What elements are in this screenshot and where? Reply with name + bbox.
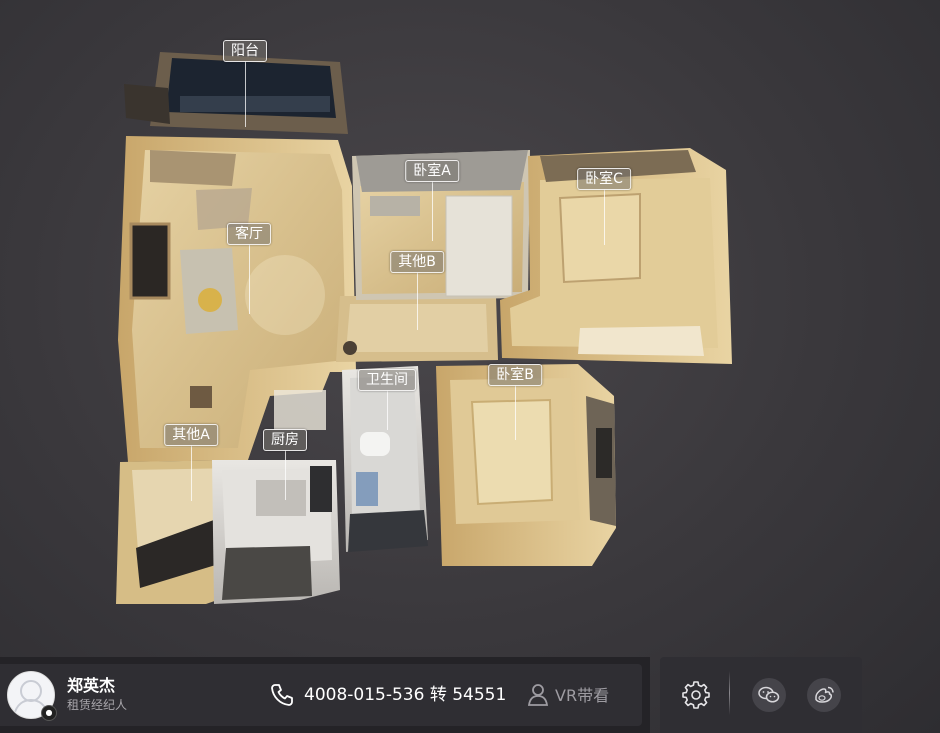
label-bedroom-a[interactable]: 卧室A — [405, 160, 459, 182]
label-bedroom-c[interactable]: 卧室C — [577, 168, 631, 190]
other-a-pin — [191, 445, 192, 501]
label-living-room[interactable]: 客厅 — [227, 223, 271, 245]
label-balcony[interactable]: 阳台 — [223, 40, 267, 62]
label-other-a[interactable]: 其他A — [164, 424, 218, 446]
toolbar-divider — [729, 671, 730, 715]
weibo-icon — [815, 686, 834, 703]
bathroom-pin — [387, 390, 388, 430]
balcony-pin — [245, 61, 246, 127]
label-bedroom-b[interactable]: 卧室B — [488, 364, 542, 386]
wechat-icon — [758, 686, 780, 703]
label-bathroom[interactable]: 卫生间 — [358, 369, 416, 391]
room-living-room[interactable] — [118, 136, 356, 462]
label-kitchen[interactable]: 厨房 — [263, 429, 307, 451]
other-b-pin — [417, 272, 418, 330]
kitchen-pin — [285, 450, 286, 500]
room-kitchen[interactable] — [212, 460, 340, 604]
bedroom-b-pin — [515, 385, 516, 440]
contact-phone[interactable]: 4008-015-536 转 54551 — [304, 684, 506, 706]
user-outline-icon[interactable] — [527, 683, 549, 707]
agent-name: 郑英杰 — [67, 676, 116, 695]
bedroom-c-pin — [604, 189, 605, 245]
wechat-share-button[interactable] — [752, 678, 786, 712]
settings-button[interactable] — [679, 678, 713, 712]
room-balcony[interactable] — [124, 52, 348, 134]
living-room-pin — [249, 244, 250, 314]
room-bedroom-b[interactable] — [436, 364, 616, 566]
agent-role: 租赁经纪人 — [67, 698, 128, 712]
phone-icon[interactable] — [270, 683, 294, 707]
label-other-b[interactable]: 其他B — [390, 251, 444, 273]
weibo-share-button[interactable] — [807, 678, 841, 712]
agent-badge-icon: ● — [41, 705, 57, 721]
vr-tour-button[interactable]: VR带看 — [555, 685, 609, 707]
gear-icon — [682, 681, 710, 709]
room-bathroom[interactable] — [342, 366, 428, 552]
bedroom-a-pin — [432, 181, 433, 241]
floorplan-3d-view[interactable] — [0, 0, 940, 733]
